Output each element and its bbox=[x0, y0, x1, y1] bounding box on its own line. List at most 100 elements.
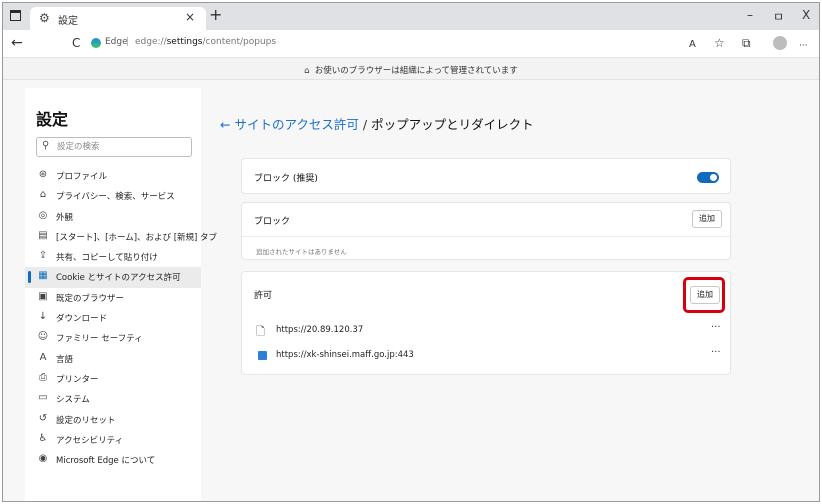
sidebar-item-label: [スタート]、[ホーム]、および [新規] タブ bbox=[56, 232, 218, 243]
edge-logo-icon bbox=[91, 38, 101, 48]
address-url-path: settings bbox=[166, 37, 203, 47]
favorites-button[interactable]: ☆ bbox=[714, 35, 725, 51]
sidebar-item-about-edge[interactable]: ◉ Microsoft Edge について bbox=[25, 450, 201, 470]
address-url-suffix: /content/popups bbox=[202, 37, 277, 47]
sidebar-item-label: アクセシビリティ bbox=[56, 435, 124, 446]
refresh-button[interactable]: C bbox=[72, 35, 80, 51]
new-tab-icon: ▤ bbox=[38, 229, 48, 241]
sidebar-item-appearance[interactable]: ◎ 外観 bbox=[25, 207, 201, 227]
page-icon: 🗋 bbox=[256, 325, 265, 338]
sidebar-item-share-copy-paste[interactable]: ⇪ 共有、コピーして貼り付け bbox=[25, 247, 201, 267]
block-recommended-toggle[interactable] bbox=[697, 172, 719, 183]
sidebar-item-accessibility[interactable]: ♿ アクセシビリティ bbox=[25, 430, 201, 450]
sidebar-item-label: 既定のブラウザー bbox=[56, 293, 125, 304]
highlight-box bbox=[683, 277, 725, 313]
site-favicon-icon bbox=[258, 351, 267, 360]
block-recommended-label: ブロック (推奨) bbox=[254, 174, 318, 184]
back-button[interactable]: ← bbox=[11, 35, 23, 51]
sidebar-item-privacy[interactable]: ⌂ プライバシー、検索、サービス bbox=[25, 186, 201, 206]
list-item: https://xk-shinsei.maff.go.jp:443 ··· bbox=[242, 345, 730, 369]
sidebar-item-printers[interactable]: ⎙ プリンター bbox=[25, 369, 201, 389]
building-icon: ⌂ bbox=[304, 66, 310, 76]
tab-close-button[interactable]: × bbox=[185, 10, 195, 24]
address-url[interactable]: edge://settings/content/popups bbox=[135, 37, 276, 47]
managed-banner: ⌂ お使いのブラウザーは組織によって管理されています bbox=[3, 58, 819, 80]
sidebar-item-label: ダウンロード bbox=[56, 314, 108, 325]
divider bbox=[242, 236, 730, 237]
sidebar-item-label: Microsoft Edge について bbox=[56, 456, 156, 467]
sidebar-item-cookies-site-permissions[interactable]: ▦ Cookie とサイトのアクセス許可 bbox=[25, 267, 201, 288]
sidebar-item-label: 外観 bbox=[56, 212, 74, 223]
block-recommended-card: ブロック (推奨) bbox=[241, 158, 731, 194]
gear-icon: ⚙ bbox=[39, 11, 50, 25]
site-url: https://20.89.120.37 bbox=[276, 325, 364, 335]
more-actions-button[interactable]: ··· bbox=[711, 322, 721, 333]
more-menu-button[interactable]: ··· bbox=[799, 38, 808, 54]
sidebar-item-reset-settings[interactable]: ↺ 設定のリセット bbox=[25, 410, 201, 430]
sidebar-item-profiles[interactable]: ⊛ プロファイル bbox=[25, 166, 201, 186]
settings-page: 設定 ⚲ ⊛ プロファイル ⌂ プライバシー、検索、サービス ◎ 外観 bbox=[3, 80, 819, 501]
address-url-prefix: edge:// bbox=[135, 37, 167, 47]
minimize-button[interactable]: – bbox=[747, 8, 753, 22]
palette-icon: ◎ bbox=[38, 209, 48, 221]
breadcrumb-parent-link[interactable]: サイトのアクセス許可 bbox=[234, 117, 358, 132]
tab-settings[interactable]: ⚙ 設定 × bbox=[30, 7, 206, 30]
more-actions-button[interactable]: ··· bbox=[711, 347, 721, 358]
sidebar-item-languages[interactable]: A 言語 bbox=[25, 349, 201, 369]
sidebar-item-label: プライバシー、検索、サービス bbox=[56, 192, 175, 203]
restore-button[interactable]: ㅁ bbox=[773, 8, 784, 25]
sidebar-item-label: 共有、コピーして貼り付け bbox=[56, 253, 158, 264]
printer-icon: ⎙ bbox=[39, 371, 47, 383]
address-browser-label: Edge bbox=[105, 37, 128, 47]
language-icon: A bbox=[39, 351, 47, 363]
block-add-button[interactable]: 追加 bbox=[692, 210, 722, 228]
back-arrow-icon[interactable]: ← bbox=[220, 117, 230, 132]
breadcrumb-separator: / bbox=[362, 117, 368, 132]
close-window-button[interactable]: X bbox=[802, 8, 810, 22]
collections-button[interactable]: ⧉ bbox=[742, 35, 751, 51]
sidebar-item-label: Cookie とサイトのアクセス許可 bbox=[56, 273, 181, 284]
sidebar-item-label: ファミリー セーフティ bbox=[56, 334, 143, 345]
read-aloud-button[interactable]: A bbox=[689, 37, 696, 53]
window-menu-icon[interactable] bbox=[10, 10, 21, 21]
block-label: ブロック bbox=[254, 217, 291, 227]
block-empty-message: 追加されたサイトはありません bbox=[256, 248, 347, 256]
address-separator: | bbox=[126, 37, 130, 47]
page-title: 設定 bbox=[36, 110, 69, 129]
breadcrumb: ← サイトのアクセス許可 / ポップアップとリダイレクト bbox=[220, 114, 534, 133]
address-toolbar: ← C Edge | edge://settings/content/popup… bbox=[3, 30, 819, 58]
cookie-icon: ▦ bbox=[38, 270, 48, 282]
title-bar: ⚙ 設定 × + – ㅁ X bbox=[3, 3, 819, 30]
sidebar-item-label: システム bbox=[56, 395, 90, 406]
sidebar-item-label: プリンター bbox=[56, 374, 99, 385]
share-icon: ⇪ bbox=[38, 250, 48, 262]
system-icon: ▭ bbox=[38, 392, 48, 404]
managed-banner-text: お使いのブラウザーは組織によって管理されています bbox=[314, 66, 518, 76]
settings-sidebar: 設定 ⚲ ⊛ プロファイル ⌂ プライバシー、検索、サービス ◎ 外観 bbox=[25, 88, 217, 501]
sidebar-item-default-browser[interactable]: ▣ 既定のブラウザー bbox=[25, 288, 201, 308]
tab-title: 設定 bbox=[58, 16, 78, 27]
reset-icon: ↺ bbox=[38, 412, 48, 424]
edge-icon: ◉ bbox=[38, 453, 48, 465]
lock-icon: ⌂ bbox=[39, 189, 47, 201]
new-tab-button[interactable]: + bbox=[209, 6, 222, 24]
download-icon: ↓ bbox=[38, 311, 48, 323]
sidebar-item-label: 設定のリセット bbox=[56, 415, 116, 426]
allow-label: 許可 bbox=[254, 291, 273, 301]
sidebar-item-family-safety[interactable]: ☺ ファミリー セーフティ bbox=[25, 328, 201, 348]
browser-window: ⚙ 設定 × + – ㅁ X ← C Edge | edge://setting… bbox=[2, 2, 820, 502]
sidebar-item-start-home-new-tab[interactable]: ▤ [スタート]、[ホーム]、および [新規] タブ bbox=[25, 227, 217, 247]
search-icon: ⚲ bbox=[42, 140, 50, 151]
sidebar-item-downloads[interactable]: ↓ ダウンロード bbox=[25, 308, 201, 328]
block-list-card: ブロック 追加 追加されたサイトはありません bbox=[241, 202, 731, 260]
avatar[interactable] bbox=[773, 36, 787, 50]
search-box[interactable]: ⚲ bbox=[36, 137, 192, 157]
breadcrumb-current: ポップアップとリダイレクト bbox=[371, 117, 534, 132]
search-input[interactable] bbox=[57, 140, 187, 154]
allow-list-card: 許可 追加 🗋 https://20.89.120.37 ··· https:/… bbox=[241, 271, 731, 375]
sidebar-item-system[interactable]: ▭ システム bbox=[25, 389, 201, 409]
list-item: 🗋 https://20.89.120.37 ··· bbox=[242, 320, 730, 344]
sidebar-item-label: 言語 bbox=[56, 354, 74, 365]
family-icon: ☺ bbox=[37, 331, 49, 343]
site-url: https://xk-shinsei.maff.go.jp:443 bbox=[276, 350, 414, 360]
